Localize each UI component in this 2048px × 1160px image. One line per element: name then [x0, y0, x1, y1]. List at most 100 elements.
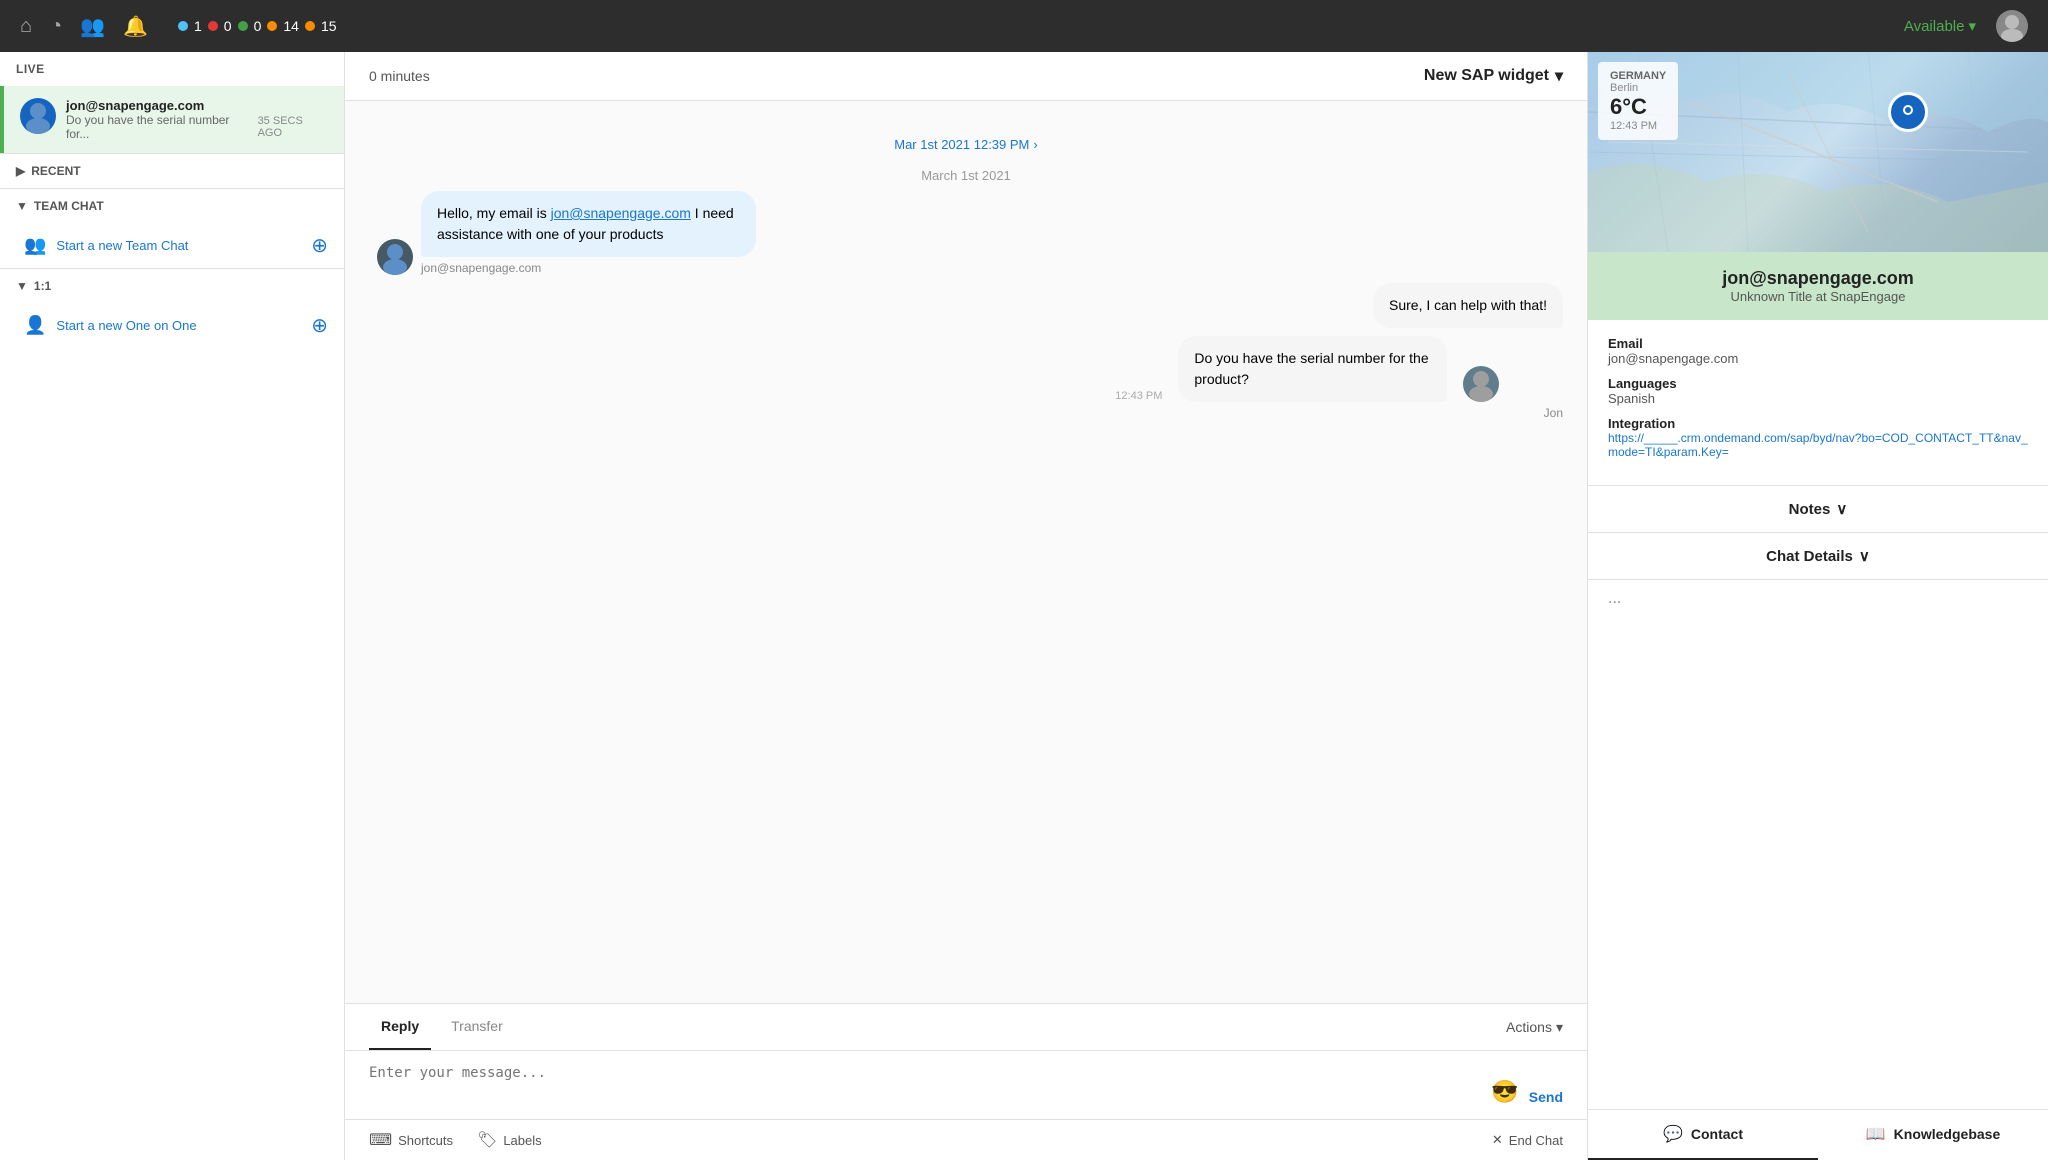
actions-dropdown-button[interactable]: Actions ▾	[1506, 1019, 1563, 1036]
count-orange2: 15	[321, 18, 337, 34]
dot-blue	[178, 21, 188, 31]
start-team-chat-button[interactable]: 👥 Start a new Team Chat ⊕	[0, 223, 344, 268]
map-area: GERMANY Berlin 6°C 12:43 PM	[1588, 52, 2048, 252]
labels-icon: 🏷	[477, 1130, 497, 1150]
people-icon[interactable]: 👥	[80, 14, 105, 39]
add-one-on-one-icon[interactable]: ⊕	[311, 313, 328, 338]
live-user-preview: Do you have the serial number for...	[66, 113, 252, 141]
chat-messages: Mar 1st 2021 12:39 PM › March 1st 2021 H…	[345, 101, 1587, 1003]
end-chat-label: End Chat	[1509, 1133, 1563, 1148]
message-row: Sure, I can help with that!	[369, 283, 1563, 328]
message-input[interactable]	[369, 1065, 1481, 1105]
count-green: 0	[254, 18, 262, 34]
chat-header: 0 minutes New SAP widget ▾	[345, 52, 1587, 101]
bell-icon[interactable]: 🔔	[123, 14, 148, 39]
labels-button[interactable]: 🏷 Labels	[477, 1130, 542, 1150]
notes-section[interactable]: Notes ∨	[1588, 486, 2048, 533]
top-navigation: ⌂ ◔ 👥 🔔 1 0 0 14 15 Available ▾	[0, 0, 2048, 52]
email-row: Email jon@snapengage.com	[1608, 336, 2028, 366]
weather-time: 12:43 PM	[1610, 120, 1666, 132]
recent-header[interactable]: ▶ RECENT	[0, 154, 344, 188]
msg3-text: Do you have the serial number for the pr…	[1194, 350, 1428, 387]
tab-knowledgebase[interactable]: 📖 Knowledgebase	[1818, 1110, 2048, 1160]
one-on-one-header[interactable]: ▼ 1:1	[0, 269, 344, 303]
count-orange1: 14	[283, 18, 299, 34]
add-team-chat-icon[interactable]: ⊕	[311, 233, 328, 258]
chat-details-label: Chat Details ∨	[1766, 547, 1870, 565]
team-chat-header[interactable]: ▼ TEAM CHAT	[0, 189, 344, 223]
message-input-area: 😎 Send	[345, 1051, 1587, 1119]
tab-transfer[interactable]: Transfer	[439, 1004, 515, 1050]
message-row: 12:43 PM Do you have the serial number f…	[369, 336, 1563, 420]
live-item-content: jon@snapengage.com Do you have the seria…	[66, 98, 328, 141]
recent-label: RECENT	[31, 164, 80, 178]
chat-time-label: 0 minutes	[369, 68, 430, 84]
integration-label: Integration	[1608, 416, 2028, 431]
weather-temp: 6°C	[1610, 94, 1666, 120]
msg1-email-link[interactable]: jon@snapengage.com	[551, 205, 691, 221]
widget-dropdown-button[interactable]: New SAP widget ▾	[1424, 66, 1563, 86]
dot-orange2	[305, 21, 315, 31]
chat-details-section[interactable]: Chat Details ∨	[1588, 533, 2048, 580]
agent-msg-avatar	[1463, 366, 1499, 402]
transfer-tab-label: Transfer	[451, 1018, 503, 1034]
email-label: Email	[1608, 336, 2028, 351]
date-link-text: Mar 1st 2021 12:39 PM	[894, 137, 1029, 152]
shortcuts-icon: ⌨	[369, 1130, 392, 1150]
home-icon[interactable]: ⌂	[20, 15, 32, 38]
one-on-one-label: 1:1	[34, 279, 51, 293]
user-msg-avatar	[377, 239, 413, 275]
live-section-header: LIVE	[0, 52, 344, 86]
shortcuts-button[interactable]: ⌨ Shortcuts	[369, 1130, 453, 1150]
integration-row: Integration https://_____.crm.ondemand.c…	[1608, 416, 2028, 459]
message-row: Hello, my email is jon@snapengage.com I …	[369, 191, 1563, 275]
clock-icon[interactable]: ◔	[50, 15, 62, 38]
info-section: Email jon@snapengage.com Languages Spani…	[1588, 320, 2048, 486]
live-chat-item[interactable]: jon@snapengage.com Do you have the seria…	[0, 86, 344, 153]
dot-orange1	[267, 21, 277, 31]
user-avatar[interactable]	[1996, 10, 2028, 42]
recent-arrow-icon: ▶	[16, 164, 25, 178]
message-bubble: Do you have the serial number for the pr…	[1178, 336, 1447, 402]
date-link[interactable]: Mar 1st 2021 12:39 PM ›	[894, 137, 1037, 152]
reply-tab-label: Reply	[381, 1018, 419, 1034]
agent-name: Jon	[1544, 406, 1563, 420]
live-user-time: 35 SECS AGO	[258, 115, 328, 139]
knowledgebase-tab-icon: 📖	[1866, 1124, 1886, 1144]
sidebar: LIVE jon@snapengage.com Do you have the …	[0, 52, 345, 1160]
reply-footer: ⌨ Shortcuts 🏷 Labels ✕ End Chat	[345, 1119, 1587, 1160]
languages-label: Languages	[1608, 376, 2028, 391]
live-user-avatar	[20, 98, 56, 134]
panel-user-email: jon@snapengage.com	[1608, 268, 2028, 289]
integration-link[interactable]: https://_____.crm.ondemand.com/sap/byd/n…	[1608, 431, 2028, 459]
languages-row: Languages Spanish	[1608, 376, 2028, 406]
count-blue: 1	[194, 18, 202, 34]
right-panel: GERMANY Berlin 6°C 12:43 PM jon@snapenga…	[1588, 52, 2048, 1160]
tab-reply[interactable]: Reply	[369, 1004, 431, 1050]
actions-arrow-icon: ▾	[1556, 1019, 1563, 1036]
start-one-on-one-button[interactable]: 👤 Start a new One on One ⊕	[0, 303, 344, 348]
ellipsis-text: ...	[1608, 590, 1621, 607]
tab-contact[interactable]: 💬 Contact	[1588, 1110, 1818, 1160]
labels-label: Labels	[503, 1133, 541, 1148]
live-label: LIVE	[16, 62, 45, 76]
end-chat-button[interactable]: ✕ End Chat	[1492, 1132, 1563, 1148]
languages-value: Spanish	[1608, 391, 2028, 406]
reply-tabs: Reply Transfer Actions ▾	[345, 1004, 1587, 1051]
emoji-button[interactable]: 😎	[1491, 1079, 1518, 1105]
one-on-one-arrow-icon: ▼	[16, 279, 28, 293]
chat-details-chevron-icon: ∨	[1859, 547, 1870, 565]
msg3-time: 12:43 PM	[1115, 390, 1162, 402]
status-indicators: 1 0 0 14 15	[178, 18, 337, 34]
message-1-col: Hello, my email is jon@snapengage.com I …	[421, 191, 980, 275]
ellipsis-bar: ...	[1588, 580, 2048, 618]
msg1-prefix: Hello, my email is	[437, 205, 551, 221]
count-red: 0	[224, 18, 232, 34]
main-container: LIVE jon@snapengage.com Do you have the …	[0, 52, 2048, 1160]
team-chat-icon: 👥	[24, 235, 46, 256]
bottom-tabs: 💬 Contact 📖 Knowledgebase	[1588, 1109, 2048, 1160]
user-info-bar: jon@snapengage.com Unknown Title at Snap…	[1588, 252, 2048, 320]
available-button[interactable]: Available ▾	[1904, 17, 1976, 35]
send-button[interactable]: Send	[1529, 1089, 1563, 1105]
knowledgebase-tab-label: Knowledgebase	[1894, 1126, 2001, 1142]
